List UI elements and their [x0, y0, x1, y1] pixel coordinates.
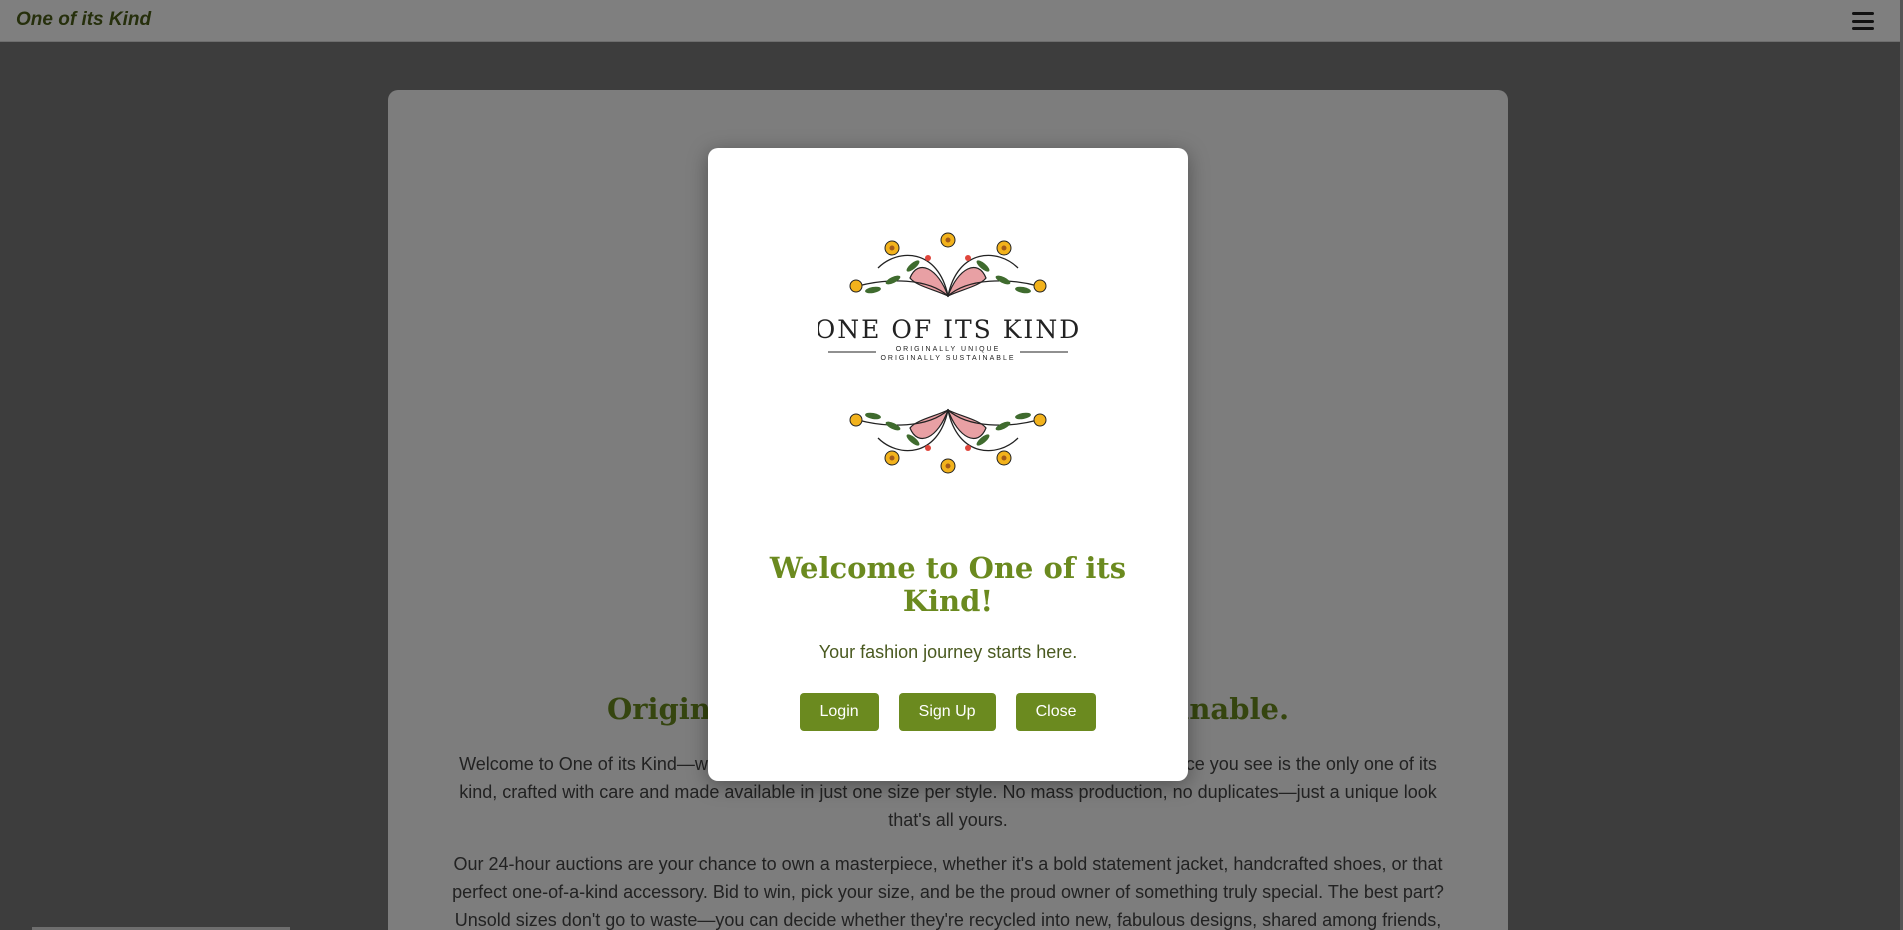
logo-subtitle-2: ORIGINALLY SUSTAINABLE	[880, 355, 1015, 362]
logo-title: ONE OF ITS KIND	[818, 315, 1078, 344]
modal-button-row: Login Sign Up Close	[708, 693, 1188, 731]
one-of-its-kind-logo: ONE OF ITS KIND ORIGINALLY UNIQUE ORIGIN…	[818, 232, 1078, 474]
welcome-heading: Welcome to One of its Kind!	[769, 551, 1127, 618]
login-button[interactable]: Login	[799, 693, 879, 731]
welcome-modal: ONE OF ITS KIND ORIGINALLY UNIQUE ORIGIN…	[708, 148, 1188, 781]
top-floral-ornament	[849, 232, 1047, 298]
welcome-tagline: Your fashion journey starts here.	[818, 642, 1078, 662]
logo-subtitle-1: ORIGINALLY UNIQUE	[896, 346, 1001, 353]
signup-button[interactable]: Sign Up	[898, 693, 996, 731]
close-button[interactable]: Close	[1015, 693, 1097, 731]
bottom-floral-ornament	[849, 408, 1047, 474]
